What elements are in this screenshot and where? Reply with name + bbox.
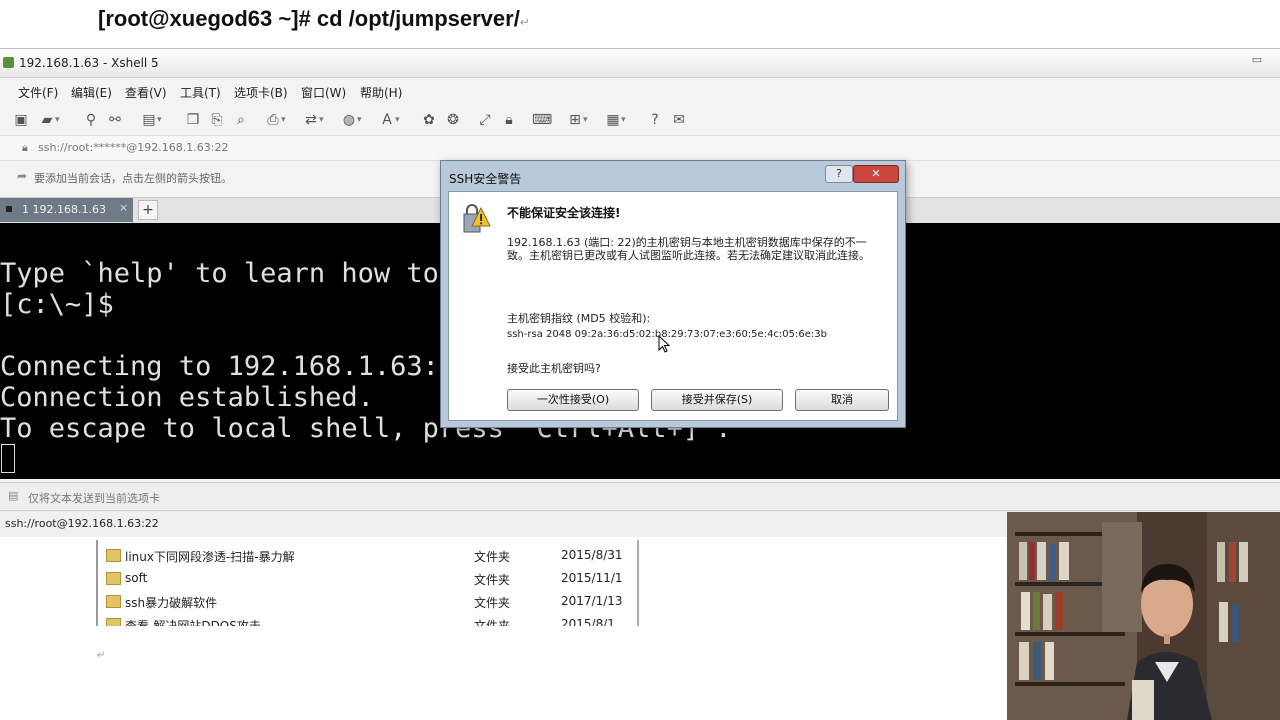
menu-view[interactable]: 查看(V) (125, 84, 167, 101)
terminal-line: Type `help' to learn how to (0, 258, 439, 289)
explorer-border (637, 540, 639, 626)
terminal-line: Connecting to 192.168.1.63:2 (0, 351, 456, 382)
menu-tools[interactable]: 工具(T) (180, 84, 221, 101)
lock-toolbar-icon[interactable]: 🔒︎ (500, 111, 518, 129)
folder-icon (106, 549, 121, 562)
font-icon[interactable]: A (378, 111, 399, 129)
file-name: ssh暴力破解软件 (125, 596, 218, 610)
copy-icon[interactable]: ❐ (184, 111, 202, 129)
status-text: ssh://root@192.168.1.63:22 (5, 517, 159, 530)
dialog-title: SSH安全警告 (449, 172, 522, 186)
webcam-overlay (1007, 512, 1280, 720)
menu-window[interactable]: 窗口(W) (301, 84, 346, 101)
mouse-pointer-icon (658, 335, 670, 353)
transfer-icon[interactable]: ⇄ (302, 111, 323, 129)
paste-icon[interactable]: ⎘ (208, 111, 226, 129)
document-command-line: [root@xuegod63 ~]# cd /opt/jumpserver/↵ (98, 6, 530, 32)
cancel-button[interactable]: 取消 (795, 389, 889, 411)
return-mark: ↵ (519, 15, 530, 29)
accept-and-save-button[interactable]: 接受并保存(S) (651, 389, 783, 411)
arrow-hint-icon[interactable]: ➦ (17, 169, 27, 183)
tab-session[interactable]: 1 192.168.1.63 × (0, 198, 133, 222)
list-item[interactable]: linux下同网段渗透-扫描-暴力解 文件夹 2015/8/31 (98, 545, 646, 567)
file-explorer-list: linux下同网段渗透-扫描-暴力解 文件夹 2015/8/31 soft 文件… (96, 540, 646, 626)
menu-bar: 文件(F) 编辑(E) 查看(V) 工具(T) 选项卡(B) 窗口(W) 帮助(… (0, 78, 1280, 102)
file-date: 2015/8/1 (561, 617, 615, 626)
command-text: [root@xuegod63 ~]# cd /opt/jumpserver/ (98, 6, 520, 31)
script-icon[interactable]: ✿ (420, 111, 438, 129)
accept-question: 接受此主机密钥吗? (507, 362, 601, 375)
print-icon[interactable]: ⎙ (264, 111, 285, 129)
menu-edit[interactable]: 编辑(E) (71, 84, 112, 101)
file-name: soft (125, 571, 148, 585)
menu-file[interactable]: 文件(F) (18, 84, 58, 101)
layout-icon[interactable]: ▦ (604, 111, 625, 129)
file-type: 文件夹 (474, 550, 511, 564)
add-tab-button[interactable]: + (138, 200, 158, 220)
ssh-security-warning-dialog: SSH安全警告 ? ✕ 不能保证安全该连接! 192.168.1.63 (端口:… (440, 160, 906, 428)
disconnect-icon[interactable]: ⚯ (106, 111, 124, 129)
send-text[interactable]: 仅将文本发送到当前选项卡 (28, 490, 160, 506)
return-mark: ↵ (97, 650, 106, 661)
folder-icon (106, 618, 121, 626)
compose-icon[interactable]: ⊞ (566, 111, 587, 129)
file-date: 2015/8/31 (561, 548, 623, 562)
dialog-heading: 不能保证安全该连接! (507, 206, 621, 220)
file-date: 2015/11/1 (561, 571, 623, 585)
help-icon[interactable]: ? (646, 111, 664, 129)
menu-tabs[interactable]: 选项卡(B) (234, 84, 288, 101)
connect-icon[interactable]: ⚲ (82, 111, 100, 129)
dialog-body: 不能保证安全该连接! 192.168.1.63 (端口: 22)的主机密钥与本地… (448, 191, 898, 421)
hint-text: 要添加当前会话，点击左侧的箭头按钮。 (34, 172, 232, 185)
accept-once-button[interactable]: 一次性接受(O) (507, 389, 639, 411)
xftp-icon[interactable]: ❂ (444, 111, 462, 129)
keyboard-icon[interactable]: ⌨ (532, 111, 552, 129)
title-bar: 192.168.1.63 - Xshell 5 ▭ (0, 49, 1280, 78)
file-type: 文件夹 (474, 596, 511, 610)
presenter-video (1007, 512, 1280, 720)
xshell-app-icon (3, 57, 14, 68)
tab-close-icon[interactable]: × (119, 201, 128, 214)
list-item[interactable]: ssh暴力破解软件 文件夹 2017/1/13 (98, 591, 646, 613)
address-bar[interactable]: 🔒︎ ssh://root:******@192.168.1.63:22 (0, 135, 1280, 161)
new-session-icon[interactable]: ▣ (12, 111, 30, 129)
dialog-help-button[interactable]: ? (825, 165, 853, 183)
chat-icon[interactable]: ✉ (670, 111, 688, 129)
folder-icon (106, 572, 121, 585)
send-to-tab-bar[interactable]: ▤ 仅将文本发送到当前选项卡 (0, 482, 1280, 509)
file-type: 文件夹 (474, 573, 511, 587)
list-item[interactable]: soft 文件夹 2015/11/1 (98, 568, 646, 590)
terminal-cursor (1, 444, 15, 473)
properties-icon[interactable]: ▤ (140, 111, 161, 129)
window-title: 192.168.1.63 - Xshell 5 (19, 56, 159, 70)
tab-label: 1 192.168.1.63 (22, 203, 106, 216)
file-type: 文件夹 (474, 619, 511, 626)
document-header: [root@xuegod63 ~]# cd /opt/jumpserver/↵ (0, 0, 1280, 48)
address-text[interactable]: ssh://root:******@192.168.1.63:22 (38, 141, 229, 154)
fingerprint-label: 主机密钥指纹 (MD5 校验和): (507, 312, 651, 325)
fullscreen-icon[interactable]: ⤢ (476, 111, 494, 129)
find-icon[interactable]: ⌕ (232, 111, 250, 129)
dialog-message: 192.168.1.63 (端口: 22)的主机密钥与本地主机密钥数据库中保存的… (507, 236, 870, 262)
folder-icon (106, 595, 121, 608)
toolbar: ▣ ▰ ⚲ ⚯ ▤ ❐ ⎘ ⌕ ⎙ ⇄ ◍ A ✿ ❂ ⤢ 🔒︎ ⌨ ⊞ ▦ ?… (0, 107, 700, 133)
send-icon: ▤ (8, 489, 19, 502)
security-warning-icon (463, 204, 491, 233)
file-date: 2017/1/13 (561, 594, 623, 608)
menu-help[interactable]: 帮助(H) (360, 84, 402, 101)
globe-icon[interactable]: ◍ (340, 111, 362, 129)
file-name: 查看-解决网站DDOS攻击 (125, 619, 261, 626)
terminal-line: Connection established. (0, 382, 374, 413)
open-folder-icon[interactable]: ▰ (38, 111, 60, 129)
list-item[interactable]: 查看-解决网站DDOS攻击 文件夹 2015/8/1 (98, 614, 646, 626)
tab-status-icon (6, 206, 12, 212)
dialog-close-button[interactable]: ✕ (853, 165, 899, 183)
file-name: linux下同网段渗透-扫描-暴力解 (125, 550, 295, 564)
restore-window-icon[interactable]: ▭ (1250, 53, 1264, 67)
lock-icon: 🔒︎ (22, 141, 28, 154)
terminal-line: [c:\~]$ (0, 289, 114, 320)
